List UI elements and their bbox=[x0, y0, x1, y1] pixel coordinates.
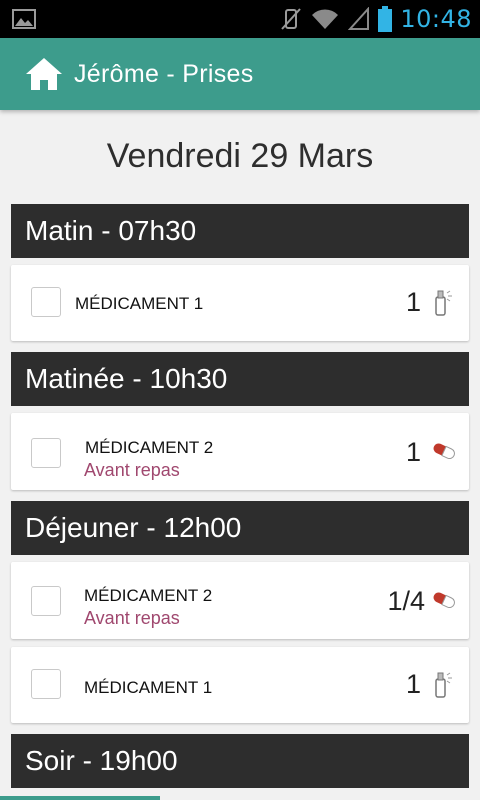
page-title: Jérôme - Prises bbox=[74, 59, 254, 88]
pill-capsule-icon bbox=[433, 592, 455, 608]
inhaler-icon bbox=[435, 672, 452, 698]
vibrate-off-icon bbox=[281, 8, 302, 30]
medication-note: Avant repas bbox=[84, 460, 180, 480]
medication-quantity: 1 bbox=[405, 287, 421, 317]
medication-item[interactable]: MÉDICAMENT 1 1 bbox=[11, 647, 469, 723]
taken-checkbox[interactable] bbox=[31, 669, 61, 699]
battery-icon bbox=[378, 6, 393, 32]
medication-name: MÉDICAMENT 2 bbox=[85, 438, 214, 457]
section-header-matinee: Matinée - 10h30 bbox=[11, 352, 469, 406]
medication-quantity: 1 bbox=[405, 437, 421, 467]
taken-checkbox[interactable] bbox=[31, 438, 61, 468]
medication-item[interactable]: MÉDICAMENT 1 1 bbox=[11, 265, 469, 341]
scroll-indicator bbox=[0, 796, 160, 800]
app-bar: Jérôme - Prises bbox=[0, 38, 480, 110]
medication-name: MÉDICAMENT 1 bbox=[75, 294, 204, 313]
date-heading: Vendredi 29 Mars bbox=[106, 137, 374, 175]
inhaler-icon bbox=[435, 290, 452, 316]
medication-note: Avant repas bbox=[84, 608, 180, 628]
medication-quantity: 1 bbox=[405, 669, 421, 699]
gallery-notification-icon bbox=[12, 9, 36, 29]
medication-item[interactable]: MÉDICAMENT 2 Avant repas 1 bbox=[11, 413, 469, 490]
section-header-dejeuner: Déjeuner - 12h00 bbox=[11, 501, 469, 555]
status-time: 10:48 bbox=[400, 5, 472, 33]
section-header-soir: Soir - 19h00 bbox=[11, 734, 469, 788]
home-icon[interactable] bbox=[24, 56, 64, 92]
medication-name: MÉDICAMENT 1 bbox=[84, 678, 213, 697]
wifi-icon bbox=[312, 9, 339, 29]
medication-quantity: 1/4 bbox=[387, 586, 425, 616]
signal-icon bbox=[348, 7, 370, 30]
medication-name: MÉDICAMENT 2 bbox=[84, 586, 213, 605]
section-header-matin: Matin - 07h30 bbox=[11, 204, 469, 258]
pill-capsule-icon bbox=[433, 443, 455, 459]
taken-checkbox[interactable] bbox=[31, 586, 61, 616]
medication-item[interactable]: MÉDICAMENT 2 Avant repas 1/4 bbox=[11, 562, 469, 639]
taken-checkbox[interactable] bbox=[31, 287, 61, 317]
status-bar: 10:48 bbox=[0, 0, 480, 38]
